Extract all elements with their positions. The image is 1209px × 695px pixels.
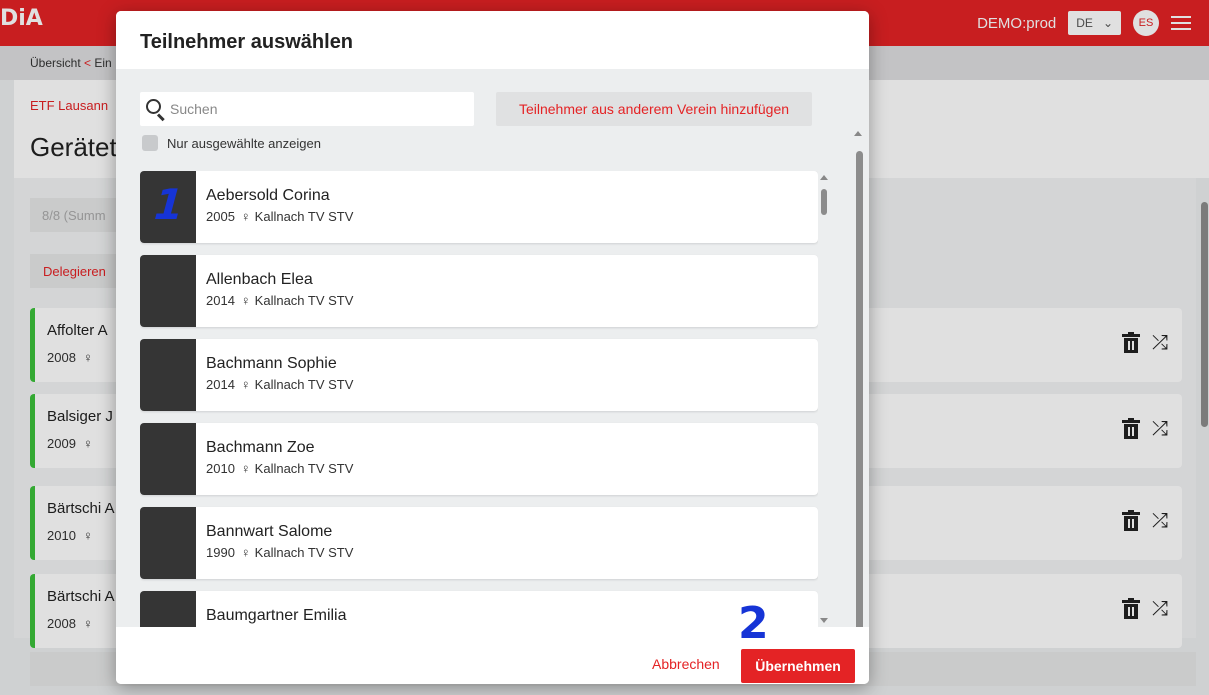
participant-name: Aebersold Corina	[206, 187, 330, 204]
participant-photo	[140, 507, 196, 579]
participant-meta: 2014 ♀ Kallnach TV STV	[206, 293, 354, 308]
participant-meta: 2005 ♀ Kallnach TV STV	[206, 209, 354, 224]
female-icon: ♀	[240, 293, 251, 308]
participant-meta: 2010 ♀ Kallnach TV STV	[206, 461, 354, 476]
search-box[interactable]	[140, 92, 474, 126]
list-scrollbar[interactable]	[818, 171, 830, 627]
participant-photo	[140, 423, 196, 495]
participant-meta: 2014 ♀ Kallnach TV STV	[206, 377, 354, 392]
modal-body: Teilnehmer aus anderem Verein hinzufügen…	[116, 69, 869, 681]
scroll-up-icon[interactable]	[820, 175, 828, 180]
participant-name: Bachmann Sophie	[206, 355, 337, 372]
participant-card[interactable]: Bannwart Salome 1990 ♀ Kallnach TV STV	[140, 507, 818, 579]
modal-scrollbar[interactable]	[852, 127, 866, 684]
participant-name: Baumgartner Emilia	[206, 607, 347, 624]
participant-photo	[140, 339, 196, 411]
participant-card[interactable]: Bachmann Zoe 2010 ♀ Kallnach TV STV	[140, 423, 818, 495]
female-icon: ♀	[240, 461, 251, 476]
participant-photo	[140, 591, 196, 627]
participant-photo	[140, 255, 196, 327]
apply-button[interactable]: Übernehmen	[741, 649, 855, 683]
participant-name: Bachmann Zoe	[206, 439, 315, 456]
participant-card[interactable]: Bachmann Sophie 2014 ♀ Kallnach TV STV	[140, 339, 818, 411]
modal-title: Teilnehmer auswählen	[140, 31, 354, 53]
add-other-club-button[interactable]: Teilnehmer aus anderem Verein hinzufügen	[496, 92, 812, 126]
only-selected-checkbox[interactable]	[142, 135, 158, 151]
participant-card[interactable]: Allenbach Elea 2014 ♀ Kallnach TV STV	[140, 255, 818, 327]
participant-card[interactable]: Aebersold Corina 2005 ♀ Kallnach TV STV	[140, 171, 818, 243]
modal-header: Teilnehmer auswählen	[116, 11, 869, 69]
female-icon: ♀	[240, 545, 251, 560]
participant-select-modal: Teilnehmer auswählen Teilnehmer aus ande…	[116, 11, 869, 684]
female-icon: ♀	[240, 377, 251, 392]
participant-name: Allenbach Elea	[206, 271, 313, 288]
scroll-up-icon[interactable]	[854, 131, 862, 136]
female-icon: ♀	[240, 209, 251, 224]
search-icon	[146, 99, 166, 122]
participant-card[interactable]: Baumgartner Emilia	[140, 591, 818, 627]
participant-list: Aebersold Corina 2005 ♀ Kallnach TV STV Al…	[140, 171, 818, 627]
annotation-marker-2: 2	[738, 598, 769, 649]
scroll-down-icon[interactable]	[820, 618, 828, 623]
participant-name: Bannwart Salome	[206, 523, 333, 540]
only-selected-label: Nur ausgewählte anzeigen	[167, 135, 321, 151]
only-selected-toggle[interactable]: Nur ausgewählte anzeigen	[142, 135, 321, 151]
search-input[interactable]	[170, 92, 466, 126]
cancel-button[interactable]: Abbrechen	[652, 656, 720, 672]
participant-meta: 1990 ♀ Kallnach TV STV	[206, 545, 354, 560]
